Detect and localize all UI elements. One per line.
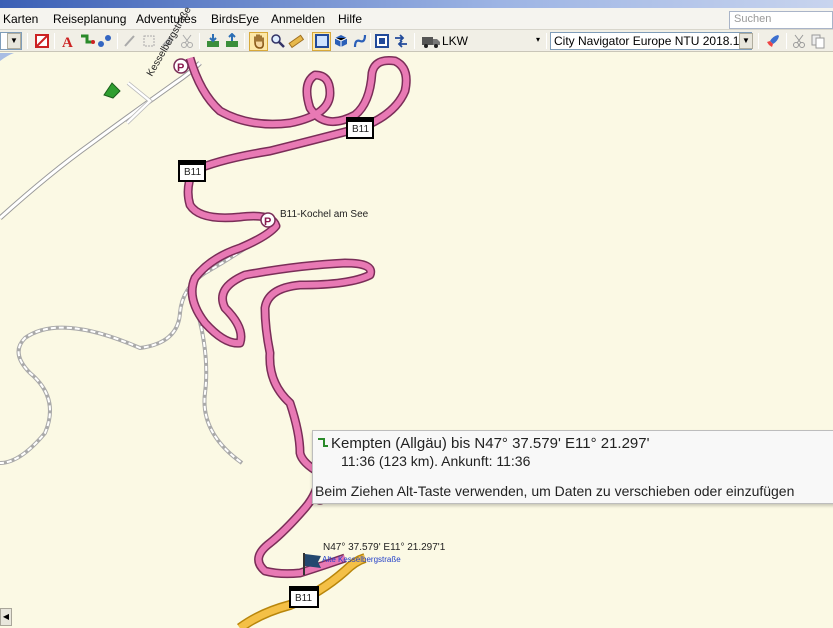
coordinate-label: N47° 37.579' E11° 21.297'1 xyxy=(323,542,446,553)
highway-shield-label: B11 xyxy=(184,167,202,178)
receive-from-device-icon[interactable] xyxy=(205,33,221,49)
hand-icon xyxy=(254,34,264,49)
toolbar-separator xyxy=(244,33,245,49)
toolbar-separator xyxy=(308,33,309,49)
route-curve-icon[interactable] xyxy=(352,33,368,49)
menu-reiseplanung[interactable]: Reiseplanung xyxy=(53,12,126,26)
svg-text:P: P xyxy=(264,216,271,228)
route-tooltip: Kempten (Allgäu) bis N47° 37.579' E11° 2… xyxy=(312,430,833,504)
insert-point-icon[interactable] xyxy=(141,33,157,49)
map-product-select[interactable]: City Navigator Europe NTU 2018.1 xyxy=(550,32,752,50)
vehicle-dropdown-arrow[interactable]: ▾ xyxy=(531,33,545,49)
measure-icon[interactable] xyxy=(288,33,304,49)
scroll-left-button[interactable]: ◀ xyxy=(0,608,12,626)
route-summary: Kempten (Allgäu) bis N47° 37.579' E11° 2… xyxy=(331,435,650,452)
toolbar-separator xyxy=(758,33,759,49)
vehicle-profile-label[interactable]: LKW xyxy=(442,34,468,48)
poi-label: B11-Kochel am See xyxy=(280,209,369,220)
title-bar xyxy=(0,0,833,8)
trail-outline xyxy=(0,229,272,465)
toolbar-separator xyxy=(546,33,547,49)
zoom-icon[interactable] xyxy=(270,33,286,49)
route-time-distance: 11:36 (123 km). Ankunft: 11:36 xyxy=(341,453,531,469)
copy-icon[interactable] xyxy=(810,33,826,49)
svg-text:A: A xyxy=(62,35,73,49)
svg-text:P: P xyxy=(177,62,184,74)
parking-icon[interactable]: P xyxy=(173,58,189,74)
rocket-icon[interactable] xyxy=(765,33,781,49)
swap-view-icon[interactable] xyxy=(393,33,409,49)
library-dropdown-arrow[interactable]: ▼ xyxy=(7,33,21,49)
toolbar-separator xyxy=(54,33,55,49)
flag-label: Alte Kesselbergstraße xyxy=(322,555,401,564)
send-to-device-icon[interactable] xyxy=(224,33,240,49)
map-product-dropdown-arrow[interactable]: ▼ xyxy=(739,33,753,49)
square-view-icon xyxy=(315,34,329,48)
menu-birdseye[interactable]: BirdsEye xyxy=(211,12,259,26)
fit-map-icon[interactable] xyxy=(374,33,390,49)
menu-hilfe[interactable]: Hilfe xyxy=(338,12,362,26)
toolbar-separator xyxy=(786,33,787,49)
menu-karten[interactable]: Karten xyxy=(3,12,38,26)
drag-hint: Beim Ziehen Alt-Taste verwenden, um Date… xyxy=(315,483,795,499)
toolbar-separator xyxy=(414,33,415,49)
no-entry-icon[interactable] xyxy=(34,33,50,49)
route-tool-icon[interactable] xyxy=(79,33,95,49)
edit-route-icon[interactable] xyxy=(122,33,138,49)
highway-shield-label: B11 xyxy=(295,593,313,604)
truck-icon xyxy=(422,37,440,48)
toolbar-separator xyxy=(27,33,28,49)
toolbar-separator xyxy=(199,33,200,49)
search-input[interactable]: Suchen xyxy=(729,11,833,29)
3d-view-icon[interactable] xyxy=(333,33,349,49)
map-view[interactable]: P P P xyxy=(0,5,833,628)
highway-shield-label: B11 xyxy=(352,124,370,135)
toolbar-separator xyxy=(370,33,371,49)
scissors-icon[interactable] xyxy=(179,33,195,49)
toolbar-separator xyxy=(117,33,118,49)
parking-icon[interactable]: P xyxy=(260,212,276,228)
basecamp-window: Karten Reiseplanung Adventures BirdsEye … xyxy=(0,0,833,628)
menu-bar: Karten Reiseplanung Adventures BirdsEye … xyxy=(0,8,833,30)
track-tool-icon[interactable] xyxy=(97,33,113,49)
menu-anmelden[interactable]: Anmelden xyxy=(271,12,325,26)
lake-area xyxy=(0,53,14,61)
text-tool-icon[interactable]: A xyxy=(60,33,76,49)
waypoint-marker-icon[interactable] xyxy=(103,82,121,99)
cut-icon[interactable] xyxy=(791,33,807,49)
route-icon xyxy=(318,438,328,447)
